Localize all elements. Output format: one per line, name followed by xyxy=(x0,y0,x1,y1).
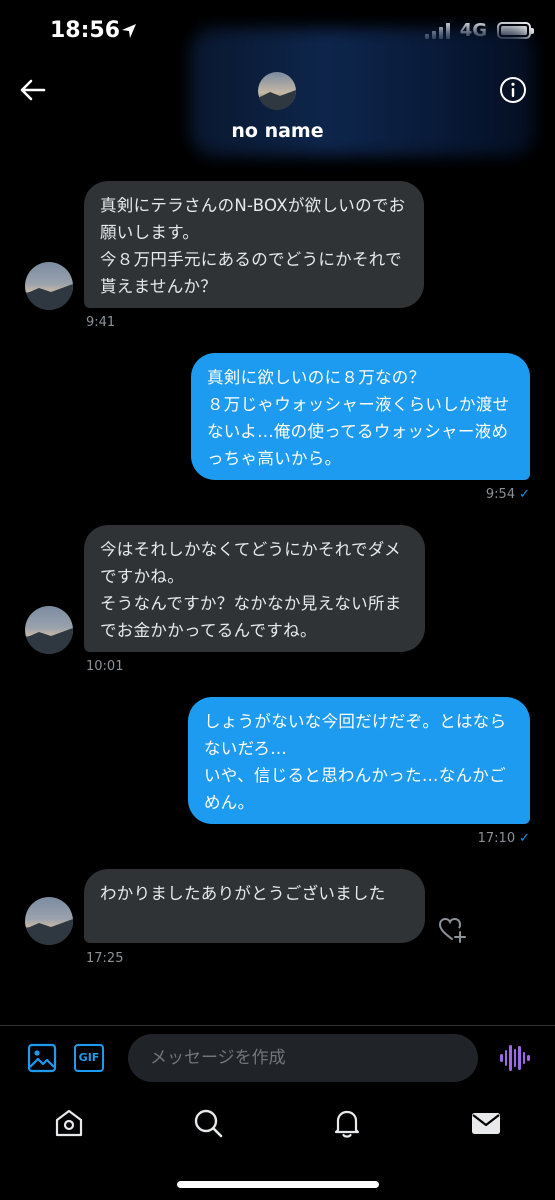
image-icon[interactable] xyxy=(26,1042,58,1074)
compose-divider xyxy=(0,1025,555,1026)
messages-icon[interactable] xyxy=(469,1106,503,1140)
home-indicator xyxy=(177,1181,379,1188)
message-bubble-outgoing[interactable]: しょうがないな今回だけだぞ。とはならないだろ… いや、信じると思わんかった…なん… xyxy=(188,697,530,824)
message-timestamp: 17:10 xyxy=(477,831,516,846)
message-timestamp-outgoing: 17:10 ✓ xyxy=(478,831,530,846)
message-bubble-outgoing[interactable]: 真剣に欲しいのに８万なの？ ８万じゃウォッシャー液くらいしか渡せないよ…俺の使っ… xyxy=(191,353,530,480)
notifications-icon[interactable] xyxy=(330,1106,364,1140)
message-input[interactable] xyxy=(128,1034,478,1082)
conversation-name[interactable]: no name xyxy=(0,120,555,142)
add-reaction-icon[interactable] xyxy=(438,915,468,945)
sender-avatar[interactable] xyxy=(25,897,73,945)
message-timestamp: 9:54 xyxy=(485,487,516,502)
sender-avatar[interactable] xyxy=(25,606,73,654)
location-arrow-icon xyxy=(120,22,138,44)
message-timestamp: 9:41 xyxy=(86,315,116,330)
sent-check-icon: ✓ xyxy=(519,487,530,502)
info-icon[interactable] xyxy=(499,76,527,104)
status-time: 18:56 xyxy=(50,18,121,43)
sender-avatar[interactable] xyxy=(25,262,73,310)
search-icon[interactable] xyxy=(191,1106,225,1140)
message-bubble-incoming[interactable]: 今はそれしかなくてどうにかそれでダメですかね。 そうなんですか？なかなか見えない… xyxy=(84,525,425,652)
message-timestamp: 17:25 xyxy=(86,951,124,966)
voice-message-icon[interactable] xyxy=(500,1044,531,1072)
message-timestamp: 10:01 xyxy=(86,659,124,674)
gif-icon[interactable]: GIF xyxy=(74,1044,104,1072)
back-arrow-icon[interactable] xyxy=(18,76,48,104)
message-timestamp-outgoing: 9:54 ✓ xyxy=(486,487,530,502)
home-icon[interactable] xyxy=(52,1106,86,1140)
message-bubble-incoming[interactable]: 真剣にテラさんのN-BOXが欲しいのでお願いします。 今８万円手元にあるのでどう… xyxy=(84,181,424,308)
sent-check-icon: ✓ xyxy=(519,831,530,846)
message-bubble-incoming[interactable]: わかりましたありがとうございました xyxy=(84,869,425,943)
header-avatar[interactable] xyxy=(258,72,296,110)
